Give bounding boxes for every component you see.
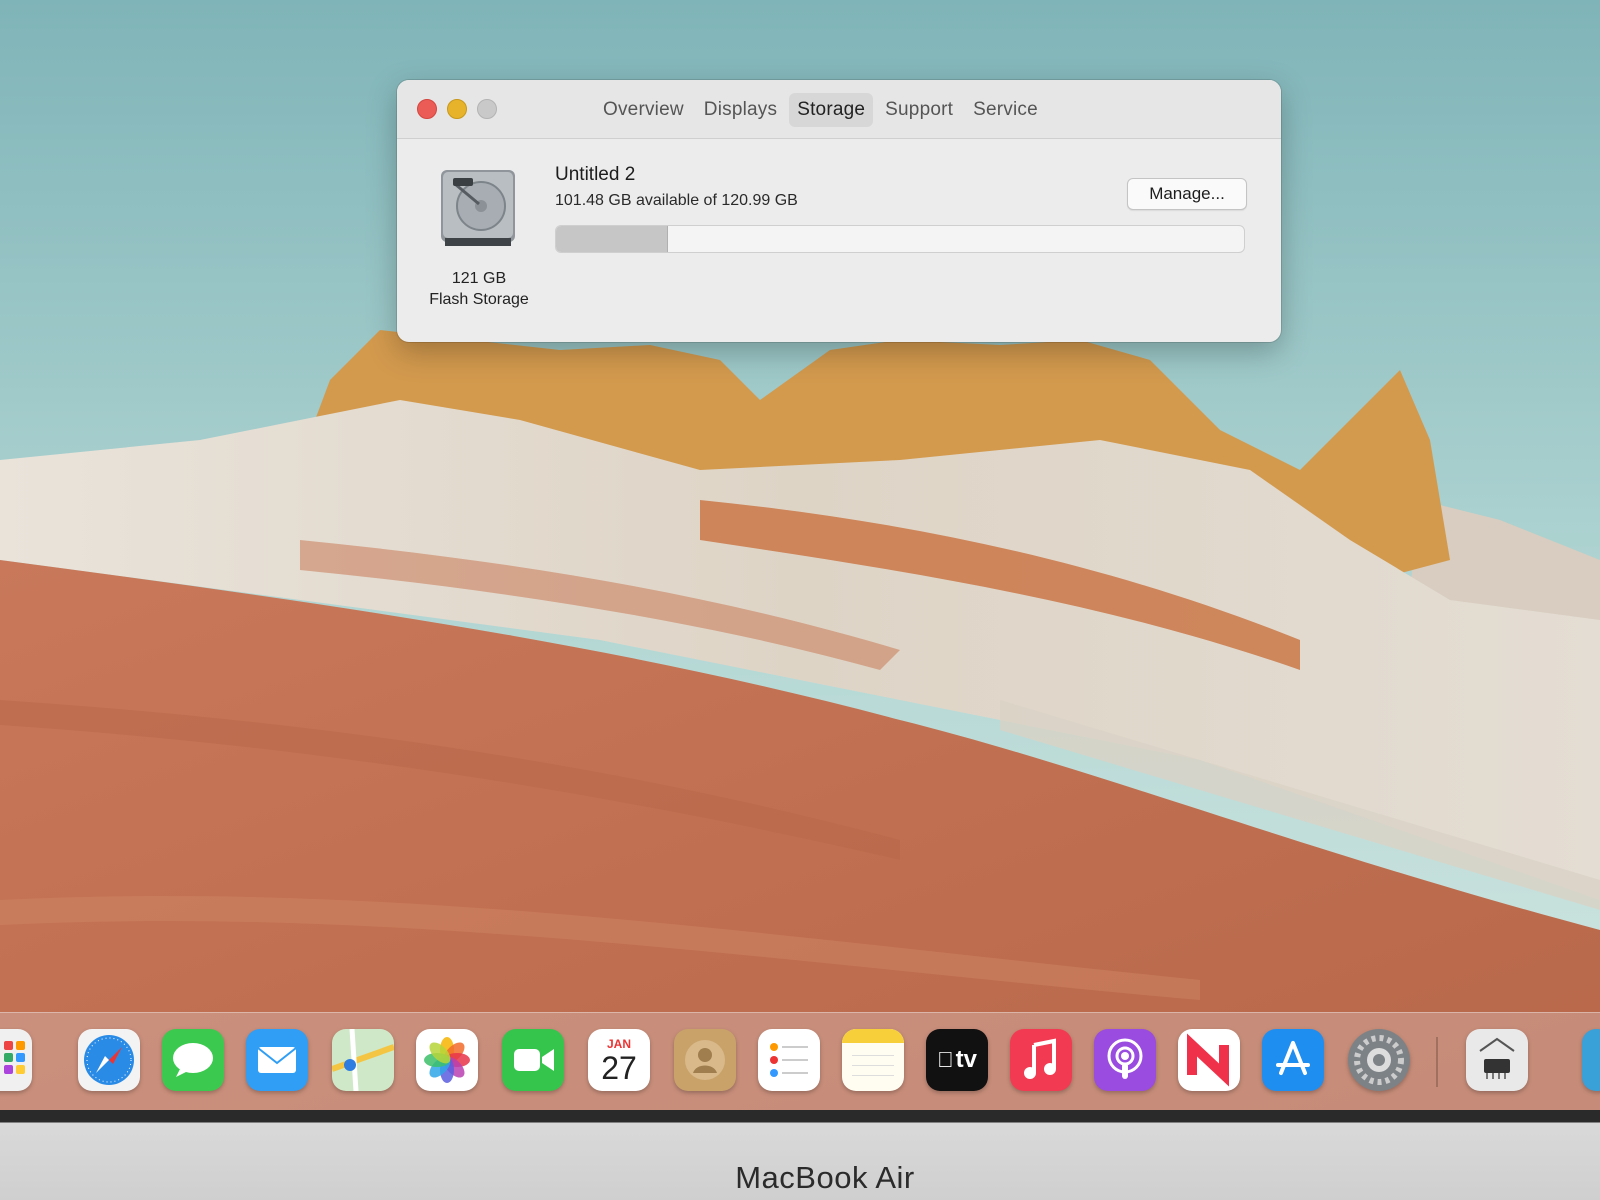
mail-icon[interactable] [246, 1029, 308, 1091]
photos-icon[interactable] [416, 1029, 478, 1091]
storage-used-segment [556, 226, 668, 252]
partial-app-icon[interactable] [1582, 1029, 1600, 1091]
facetime-icon[interactable] [502, 1029, 564, 1091]
tab-bar: Overview Displays Storage Support Servic… [595, 93, 1046, 127]
zoom-button[interactable] [477, 99, 497, 119]
contacts-icon[interactable] [674, 1029, 736, 1091]
tab-support[interactable]: Support [877, 93, 961, 127]
safari-icon[interactable] [78, 1029, 140, 1091]
messages-icon[interactable] [162, 1029, 224, 1091]
news-icon[interactable] [1178, 1029, 1240, 1091]
storage-usage-bar [555, 225, 1245, 253]
notes-icon[interactable] [842, 1029, 904, 1091]
tab-displays[interactable]: Displays [696, 93, 785, 127]
reminders-icon[interactable] [758, 1029, 820, 1091]
about-this-mac-window: Overview Displays Storage Support Servic… [397, 80, 1281, 342]
music-icon[interactable] [1010, 1029, 1072, 1091]
system-information-icon[interactable] [1466, 1029, 1528, 1091]
tv-icon[interactable]: tv [926, 1029, 988, 1091]
app-store-icon[interactable] [1262, 1029, 1324, 1091]
hard-drive-icon [441, 170, 515, 246]
window-titlebar: Overview Displays Storage Support Servic… [397, 80, 1281, 139]
maps-icon[interactable] [332, 1029, 394, 1091]
dock-separator [1436, 1037, 1438, 1087]
disk-capacity: 121 GB [451, 270, 507, 287]
manage-button[interactable]: Manage... [1127, 178, 1247, 210]
dock: JAN 27 tv [0, 1012, 1600, 1111]
calendar-month: JAN [606, 1037, 631, 1051]
podcasts-icon[interactable] [1094, 1029, 1156, 1091]
minimize-button[interactable] [447, 99, 467, 119]
brand-label: MacBook Air [735, 1160, 915, 1195]
tab-service[interactable]: Service [965, 93, 1046, 127]
disk-type: Flash Storage [429, 291, 529, 308]
calendar-day: 27 [601, 1050, 637, 1086]
tab-storage[interactable]: Storage [789, 93, 874, 127]
close-button[interactable] [417, 99, 437, 119]
tab-overview[interactable]: Overview [595, 93, 692, 127]
launchpad-icon[interactable] [0, 1029, 32, 1091]
tv-label: tv [947, 1046, 977, 1073]
calendar-icon[interactable]: JAN 27 [588, 1029, 650, 1091]
volume-name: Untitled 2 [555, 164, 636, 185]
system-preferences-icon[interactable] [1348, 1029, 1410, 1091]
volume-available: 101.48 GB available of 120.99 GB [555, 192, 798, 209]
